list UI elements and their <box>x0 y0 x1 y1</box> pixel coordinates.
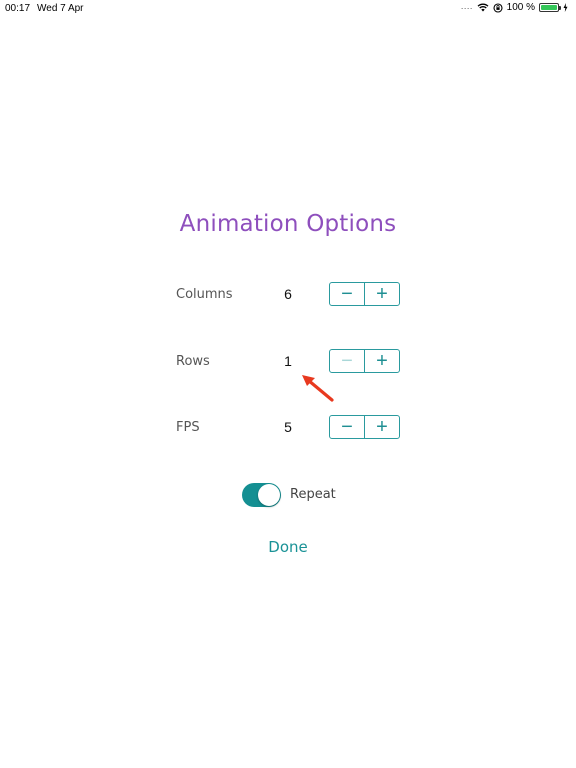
fps-decrement-button[interactable]: − <box>330 416 365 438</box>
orientation-lock-icon <box>493 2 503 13</box>
cellular-dots-icon: ···· <box>460 2 473 13</box>
rows-row: Rows 1 − + <box>0 349 576 375</box>
page-title: Animation Options <box>179 211 397 237</box>
fps-label: FPS <box>176 420 200 435</box>
toggle-knob <box>258 484 280 506</box>
annotation-arrow-icon <box>302 375 334 402</box>
status-bar: 00:17 Wed 7 Apr ···· 100 % <box>0 0 576 16</box>
fps-value: 5 <box>284 419 292 435</box>
rows-decrement-button[interactable]: − <box>330 350 365 372</box>
repeat-toggle[interactable] <box>242 483 281 507</box>
battery-percentage: 100 % <box>506 2 535 13</box>
rows-label: Rows <box>176 354 210 369</box>
fps-increment-button[interactable]: + <box>365 416 399 438</box>
repeat-row: Repeat <box>0 483 576 507</box>
columns-stepper: − + <box>329 282 400 306</box>
status-right: ···· 100 % <box>461 2 568 13</box>
screen: 00:17 Wed 7 Apr ···· 100 % Animation Opt… <box>0 0 576 768</box>
columns-value: 6 <box>284 286 292 302</box>
status-time: 00:17 <box>5 3 31 14</box>
columns-decrement-button[interactable]: − <box>330 283 365 305</box>
repeat-label: Repeat <box>290 487 336 502</box>
rows-stepper: − + <box>329 349 400 373</box>
battery-icon <box>539 3 561 12</box>
wifi-icon <box>477 3 489 12</box>
rows-value: 1 <box>284 353 292 369</box>
charging-icon <box>563 3 568 12</box>
columns-label: Columns <box>176 287 233 302</box>
rows-increment-button[interactable]: + <box>365 350 399 372</box>
status-date: Wed 7 Apr <box>37 3 84 14</box>
columns-increment-button[interactable]: + <box>365 283 399 305</box>
fps-stepper: − + <box>329 415 400 439</box>
columns-row: Columns 6 − + <box>0 282 576 308</box>
done-button[interactable]: Done <box>0 538 576 556</box>
fps-row: FPS 5 − + <box>0 415 576 441</box>
